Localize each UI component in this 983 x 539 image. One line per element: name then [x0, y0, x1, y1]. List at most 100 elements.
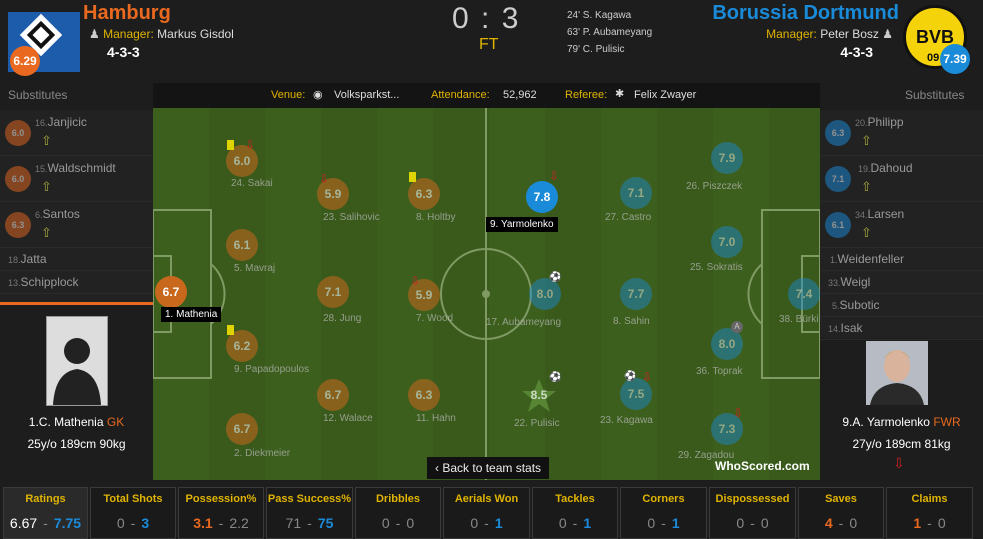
- player-rating[interactable]: 7.9: [711, 142, 743, 174]
- player-label: 7. Wood: [416, 313, 454, 324]
- sub-row[interactable]: 6.3 20.Philipp ⇧: [820, 110, 983, 156]
- pitch: 6.7 1. Mathenia 6.0 24. Sakai ⇩ 6.1 5. M…: [153, 108, 820, 480]
- sub-rating: 6.0: [5, 120, 31, 146]
- stat-separator: -: [572, 515, 578, 531]
- sub-row[interactable]: 13.Schipplock: [0, 271, 153, 294]
- attendance-value: 52,962: [503, 89, 537, 101]
- player-rating[interactable]: 6.7: [226, 413, 258, 445]
- manager-icon: ♟: [882, 27, 893, 41]
- player-rating[interactable]: 6.3: [408, 178, 440, 210]
- stat-box[interactable]: Corners 0-1: [620, 487, 707, 539]
- sub-in-arrow-icon: ⇧: [41, 179, 52, 194]
- away-card-details: 27y/o 189cm 81kg: [820, 437, 983, 451]
- stat-box[interactable]: Possession% 3.1-2.2: [178, 487, 264, 539]
- sub-row[interactable]: 33.Weigl: [820, 271, 983, 294]
- sub-number: 15.: [35, 164, 48, 174]
- player-silhouette-icon: [53, 338, 101, 405]
- sub-number: 5.: [832, 301, 840, 311]
- stat-home-value: 4: [824, 515, 833, 531]
- player-name: 1.C. Mathenia: [28, 415, 104, 429]
- score: 0 : 3: [452, 2, 521, 35]
- player-rating[interactable]: 7.8: [526, 181, 558, 213]
- away-team-name[interactable]: Borussia Dortmund: [712, 2, 899, 25]
- player-rating[interactable]: 6.7: [317, 379, 349, 411]
- sub-number: 33.: [828, 278, 841, 288]
- stat-away-value: 1: [671, 515, 680, 531]
- sub-row[interactable]: 6.1 34.Larsen ⇧: [820, 202, 983, 248]
- player-label: 22. Pulisic: [514, 418, 560, 429]
- player-rating[interactable]: 7.7: [620, 278, 652, 310]
- stat-box[interactable]: Aerials Won 0-1: [443, 487, 530, 539]
- sub-number: 34.: [855, 210, 868, 220]
- stat-separator: -: [130, 515, 136, 531]
- stat-values: 6.67-7.75: [4, 515, 87, 531]
- sub-row[interactable]: 6.0 16.Janjicic ⇧: [0, 110, 153, 156]
- stat-box[interactable]: Tackles 0-1: [532, 487, 618, 539]
- player-rating[interactable]: 7.1: [317, 276, 349, 308]
- stat-label: Claims: [911, 493, 948, 505]
- stat-separator: -: [307, 515, 312, 531]
- sub-row[interactable]: 14.Isak: [820, 317, 983, 340]
- goal-ball-icon: ⚽: [624, 371, 637, 382]
- sub-row[interactable]: 6.3 6.Santos ⇧: [0, 202, 153, 248]
- sub-in-arrow-icon: ⇧: [861, 133, 872, 148]
- player-label: 5. Mavraj: [234, 263, 276, 274]
- sub-number: 18.: [8, 255, 21, 265]
- stat-box[interactable]: Claims 1-0: [886, 487, 973, 539]
- player-rating[interactable]: 8.5: [521, 388, 557, 402]
- player-rating[interactable]: 6.3: [408, 379, 440, 411]
- goal-ball-icon: ⚽: [549, 272, 562, 283]
- sub-number: 19.: [858, 164, 871, 174]
- yellow-card-icon: [409, 172, 416, 182]
- stat-box[interactable]: Dispossessed 0-0: [709, 487, 796, 539]
- stat-values: 0-3: [91, 515, 175, 531]
- stat-box[interactable]: Saves 4-0: [798, 487, 884, 539]
- player-rating[interactable]: 6.7: [155, 276, 187, 308]
- player-label: 28. Jung: [323, 313, 362, 324]
- stat-box[interactable]: Total Shots 0-3: [90, 487, 176, 539]
- stat-away-value: 1: [583, 515, 592, 531]
- sub-row[interactable]: 5.Subotic: [820, 294, 983, 317]
- back-to-team-stats-link[interactable]: ‹ Back to team stats: [427, 457, 550, 479]
- sub-row[interactable]: 6.0 15.Waldschmidt ⇧: [0, 156, 153, 202]
- goal-ball-icon: ⚽: [549, 372, 562, 383]
- player-rating[interactable]: 6.1: [226, 229, 258, 261]
- sub-name: Janjicic: [47, 115, 87, 129]
- sub-name: Waldschmidt: [47, 161, 116, 175]
- sub-out-arrow-icon: ⇩: [549, 169, 560, 183]
- goal-event: 79' C. Pulisic: [567, 44, 625, 55]
- stat-values: 0-1: [444, 515, 529, 531]
- stat-away-value: 7.75: [53, 515, 82, 531]
- stat-home-value: 3.1: [193, 515, 213, 531]
- player-name: 9.A. Yarmolenko: [842, 415, 930, 429]
- stat-box[interactable]: Ratings 6.67-7.75: [3, 487, 88, 539]
- sub-rating: 6.0: [5, 166, 31, 192]
- stat-label: Possession%: [185, 493, 257, 505]
- stat-separator: -: [838, 515, 844, 531]
- player-label: 9. Papadopoulos: [234, 364, 310, 375]
- player-label: 24. Sakai: [231, 178, 273, 189]
- home-team-name[interactable]: Hamburg: [83, 2, 171, 25]
- sub-row[interactable]: 7.1 19.Dahoud ⇧: [820, 156, 983, 202]
- away-card-name: 9.A. Yarmolenko FWR: [820, 415, 983, 429]
- stat-box[interactable]: Dribbles 0-0: [355, 487, 441, 539]
- scroll-indicator[interactable]: [0, 302, 153, 305]
- venue-label: Venue:: [271, 89, 306, 101]
- sub-name: Schipplock: [20, 275, 79, 289]
- goal-event: 63' P. Aubameyang: [567, 27, 653, 38]
- yellow-card-icon: [227, 140, 234, 150]
- away-manager-name: Peter Bosz: [820, 27, 879, 41]
- sub-out-arrow-icon: ⇩: [245, 138, 256, 152]
- stat-box[interactable]: Pass Success% 71-75: [266, 487, 353, 539]
- watermark-text: WhoScored.com: [715, 459, 810, 473]
- player-rating[interactable]: 7.4: [788, 278, 820, 310]
- player-rating[interactable]: 7.1: [620, 177, 652, 209]
- sub-row[interactable]: 18.Jatta: [0, 248, 153, 271]
- sub-rating: 7.1: [825, 166, 851, 192]
- stat-label: Aerials Won: [454, 493, 519, 505]
- sub-row[interactable]: 1.Weidenfeller: [820, 248, 983, 271]
- stat-separator: -: [218, 515, 224, 531]
- away-formation: 4-3-3: [840, 44, 873, 60]
- player-rating[interactable]: 7.0: [711, 226, 743, 258]
- stat-label: Dispossessed: [715, 493, 790, 505]
